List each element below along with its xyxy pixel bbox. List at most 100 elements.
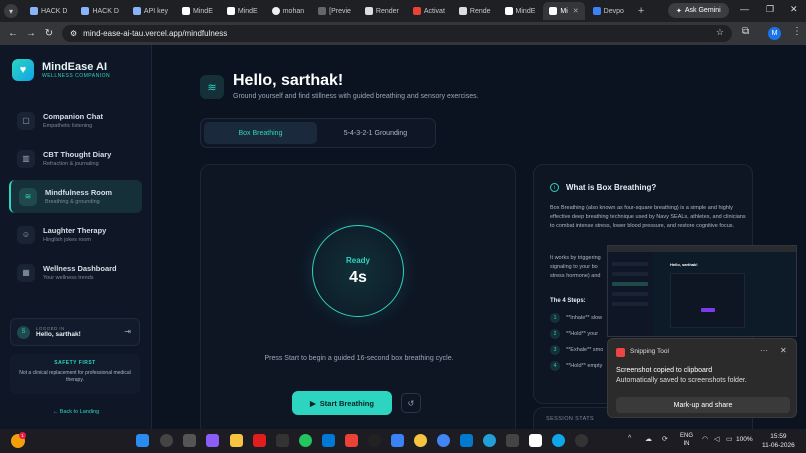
toast-title: Screenshot copied to clipboard [616, 367, 713, 374]
search-icon[interactable] [160, 434, 173, 447]
book-icon: ▥ [17, 149, 35, 168]
back-icon[interactable]: ← [4, 28, 22, 39]
brand[interactable]: ♥ MindEase AI WELLNESS COMPANION [12, 59, 110, 81]
profile-avatar[interactable]: M [768, 27, 781, 40]
browser-tab[interactable]: MindE [499, 2, 542, 20]
task-view-icon[interactable] [183, 434, 196, 447]
copilot-icon[interactable] [206, 434, 219, 447]
logout-icon[interactable]: ⇥ [124, 327, 131, 336]
browser-tab[interactable]: MindE [176, 2, 219, 20]
browser-tab-active[interactable]: Mi ✕ [543, 2, 585, 20]
chat-icon: ▢ [17, 111, 35, 130]
step-number: 4 [550, 361, 560, 371]
app-icon[interactable] [506, 434, 519, 447]
edge-icon[interactable] [552, 434, 565, 447]
chrome-icon[interactable] [414, 434, 427, 447]
volume-icon[interactable]: ◁ [714, 435, 719, 443]
markup-share-button[interactable]: Mark-up and share [616, 397, 790, 413]
cloud-icon[interactable]: ☁ [645, 435, 652, 443]
new-tab-button[interactable]: + [632, 5, 650, 17]
gmail-icon[interactable] [345, 434, 358, 447]
thumbnail-sidebar-item [612, 282, 648, 286]
step-item: 4 **Hold** empty [550, 361, 602, 371]
page-subtitle: Ground yourself and find stillness with … [233, 93, 479, 100]
step-number: 1 [550, 313, 560, 323]
sidebar-item-companion-chat[interactable]: ▢ Companion Chat Empathetic listening [9, 104, 142, 137]
sidebar-item-cbt-diary[interactable]: ▥ CBT Thought Diary Refraction & journali… [9, 142, 142, 175]
bookmark-star-icon[interactable]: ☆ [716, 27, 724, 38]
favicon-icon [81, 7, 90, 15]
chrome-icon[interactable] [437, 434, 450, 447]
snipping-tool-icon [616, 348, 625, 357]
thumbnail-card [670, 273, 745, 328]
windows-start-icon[interactable] [136, 434, 149, 447]
snipping-tool-toast: Snipping Tool ··· ✕ Screenshot copied to… [607, 338, 797, 418]
browser-tab[interactable]: HACK D [24, 2, 73, 20]
close-tab-icon[interactable]: ✕ [573, 7, 579, 15]
file-explorer-icon[interactable] [230, 434, 243, 447]
reload-icon[interactable]: ↻ [40, 28, 58, 39]
browser-tab[interactable]: [Previe [312, 2, 357, 20]
browser-tab[interactable]: mohan [266, 2, 310, 20]
browser-tab[interactable]: API key [127, 2, 174, 20]
github-icon[interactable] [575, 434, 588, 447]
app-icon[interactable] [391, 434, 404, 447]
sidebar-item-sub: Breathing & grounding [45, 199, 100, 205]
close-window-icon[interactable]: ✕ [790, 4, 798, 15]
browser-tab[interactable]: Render [359, 2, 405, 20]
info-icon: i [550, 183, 559, 192]
ask-gemini-button[interactable]: ✦ Ask Gemini [668, 3, 729, 18]
battery-icon[interactable]: ▭ [726, 435, 733, 443]
sidebar-item-laughter-therapy[interactable]: ☺ Laughter Therapy Hinglish jokes room [9, 218, 142, 251]
step-item: 2 **Hold** your [550, 329, 598, 339]
more-options-icon[interactable]: ··· [760, 346, 768, 355]
tab-box-breathing[interactable]: Box Breathing [204, 122, 317, 144]
outlook-icon[interactable] [322, 434, 335, 447]
close-icon[interactable]: ✕ [780, 346, 787, 355]
minimize-icon[interactable]: — [740, 4, 749, 14]
menu-kebab-icon[interactable]: ⋮ [792, 26, 802, 37]
vscode-icon[interactable] [460, 434, 473, 447]
favicon-icon [30, 7, 38, 15]
sync-icon[interactable]: ⟳ [662, 435, 668, 443]
browser-tab[interactable]: MindE [221, 2, 264, 20]
step-number: 3 [550, 345, 560, 355]
app-icon[interactable] [368, 434, 381, 447]
forward-icon[interactable]: → [22, 28, 40, 39]
whatsapp-icon[interactable] [299, 434, 312, 447]
back-to-landing-link[interactable]: ← Back to Landing [0, 409, 152, 415]
thumbnail-sidebar-item [612, 272, 648, 276]
reset-button[interactable]: ↺ [401, 393, 421, 413]
tab-search-icon[interactable]: ▾ [4, 4, 18, 18]
sidebar-item-mindfulness-room[interactable]: ≋ Mindfulness Room Breathing & grounding [9, 180, 142, 213]
browser-tab[interactable]: Activat [407, 2, 451, 20]
browser-tab[interactable]: Rende [453, 2, 497, 20]
language-indicator[interactable]: ENG IN [680, 432, 693, 448]
extensions-icon[interactable]: ⧉ [742, 26, 749, 37]
tab-grounding[interactable]: 5-4-3-2-1 Grounding [319, 122, 432, 144]
favicon-icon [364, 7, 373, 15]
start-breathing-button[interactable]: ▶ Start Breathing [292, 391, 392, 415]
sidebar-item-label: Laughter Therapy [43, 226, 107, 235]
site-info-icon[interactable]: ⚙ [70, 29, 77, 38]
browser-tab[interactable]: HACK D [75, 2, 124, 20]
screenshot-thumbnail[interactable]: Hello, sarthak! [607, 245, 797, 337]
youtube-icon[interactable] [253, 434, 266, 447]
toast-app-name: Snipping Tool [630, 348, 669, 355]
chatgpt-icon[interactable] [276, 434, 289, 447]
thumbnail-sidebar [608, 252, 653, 336]
telegram-icon[interactable] [483, 434, 496, 447]
wifi-icon[interactable]: ◠ [702, 435, 708, 443]
notification-badge: 1 [19, 432, 26, 439]
restore-icon[interactable]: ❐ [766, 4, 774, 15]
address-toolbar: ← → ↻ ⚙ mind-ease-ai-tau.vercel.app/mind… [0, 22, 806, 45]
info-paragraph: It works by triggering signaling to your… [550, 255, 601, 279]
app-icon[interactable] [529, 434, 542, 447]
clock[interactable]: 15:59 11-06-2026 [762, 432, 795, 450]
browser-tab[interactable]: Devpo [587, 2, 630, 20]
sidebar-item-wellness-dashboard[interactable]: ▦ Wellness Dashboard Your wellness trends [9, 256, 142, 289]
play-icon: ▶ [310, 398, 316, 408]
url-bar[interactable]: ⚙ mind-ease-ai-tau.vercel.app/mindfulnes… [62, 25, 732, 42]
sidebar-item-label: Wellness Dashboard [43, 264, 117, 273]
tray-overflow-icon[interactable]: ^ [628, 435, 631, 442]
